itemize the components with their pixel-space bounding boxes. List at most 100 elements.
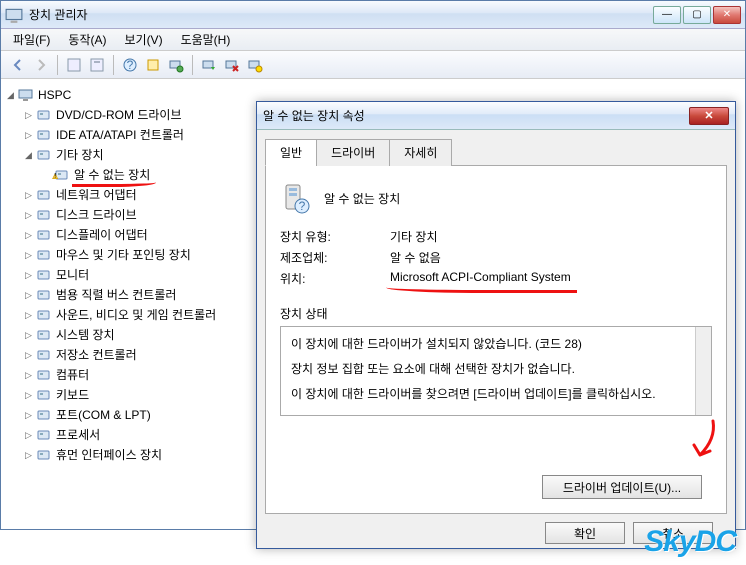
expander-icon[interactable]: ▷: [23, 230, 34, 241]
minimize-button[interactable]: —: [653, 6, 681, 24]
tree-item-label: 키보드: [54, 386, 91, 404]
expander-icon[interactable]: ▷: [23, 190, 34, 201]
category-icon: [36, 107, 52, 123]
update-driver-button[interactable]: 드라이버 업데이트(U)...: [542, 475, 702, 499]
toolbar-icon[interactable]: [142, 54, 164, 76]
toolbar-icon[interactable]: [63, 54, 85, 76]
category-icon: [36, 267, 52, 283]
expander-icon[interactable]: ▷: [23, 270, 34, 281]
tab-driver[interactable]: 드라이버: [316, 139, 390, 166]
watermark: SkyDC: [644, 525, 736, 559]
expander-icon[interactable]: ▷: [23, 430, 34, 441]
uninstall-icon[interactable]: [221, 54, 243, 76]
back-button[interactable]: [7, 54, 29, 76]
menubar: 파일(F) 동작(A) 보기(V) 도움말(H): [1, 29, 745, 51]
menu-help[interactable]: 도움말(H): [173, 29, 239, 50]
status-label: 장치 상태: [280, 305, 712, 322]
category-icon: [36, 347, 52, 363]
menu-file[interactable]: 파일(F): [5, 29, 58, 50]
expander-icon[interactable]: ▷: [23, 250, 34, 261]
category-icon: [36, 187, 52, 203]
expander-icon[interactable]: ▷: [23, 130, 34, 141]
value-manufacturer: 알 수 없음: [390, 249, 441, 266]
tree-item-label: 프로세서: [54, 426, 102, 444]
status-line: 이 장치에 대한 드라이버가 설치되지 않았습니다. (코드 28): [291, 335, 701, 354]
device-icon: !: [54, 167, 70, 183]
annotation-arrow-icon: [688, 419, 718, 465]
tab-general[interactable]: 일반: [265, 139, 317, 166]
menu-action[interactable]: 동작(A): [60, 29, 114, 50]
forward-button[interactable]: [30, 54, 52, 76]
category-icon: [36, 147, 52, 163]
tree-item-label: 휴먼 인터페이스 장치: [54, 446, 164, 464]
category-icon: [36, 127, 52, 143]
close-button[interactable]: ✕: [713, 6, 741, 24]
label-manufacturer: 제조업체:: [280, 249, 390, 266]
svg-text:?: ?: [127, 58, 134, 72]
expander-icon[interactable]: ▷: [23, 310, 34, 321]
status-box[interactable]: 이 장치에 대한 드라이버가 설치되지 않았습니다. (코드 28) 장치 정보…: [280, 326, 712, 416]
status-line: 장치 정보 집합 또는 요소에 대해 선택한 장치가 없습니다.: [291, 360, 701, 379]
tree-item-label: 모니터: [54, 266, 91, 284]
value-device-type: 기타 장치: [390, 228, 438, 245]
expander-icon[interactable]: ▷: [23, 370, 34, 381]
tree-item-label: 저장소 컨트롤러: [54, 346, 139, 364]
expander-icon[interactable]: ▷: [23, 390, 34, 401]
category-icon: [36, 327, 52, 343]
value-location: Microsoft ACPI-Compliant System: [390, 270, 571, 287]
scrollbar[interactable]: [695, 327, 711, 415]
expander-icon[interactable]: ▷: [23, 330, 34, 341]
dialog-title: 알 수 없는 장치 속성: [263, 107, 689, 124]
tree-item-label: 컴퓨터: [54, 366, 91, 384]
tree-item-label: 디스플레이 어댑터: [54, 226, 150, 244]
svg-text:!: !: [54, 173, 56, 180]
expander-icon[interactable]: ▷: [23, 290, 34, 301]
titlebar[interactable]: 장치 관리자 — ▢ ✕: [1, 1, 745, 29]
tree-root-label: HSPC: [36, 86, 73, 104]
dialog-close-button[interactable]: ✕: [689, 107, 729, 125]
category-icon: [36, 227, 52, 243]
expander-icon[interactable]: ▷: [23, 350, 34, 361]
tree-item-label: 사운드, 비디오 및 게임 컨트롤러: [54, 306, 218, 324]
tree-item-label: 범용 직렬 버스 컨트롤러: [54, 286, 178, 304]
expander-icon[interactable]: ▷: [23, 410, 34, 421]
app-icon: [5, 6, 23, 24]
toolbar-icon[interactable]: [198, 54, 220, 76]
tab-details[interactable]: 자세히: [389, 139, 452, 166]
device-icon: ?: [280, 182, 312, 214]
label-location: 위치:: [280, 270, 390, 287]
computer-icon: [18, 87, 34, 103]
category-icon: [36, 427, 52, 443]
help-icon[interactable]: ?: [119, 54, 141, 76]
category-icon: [36, 407, 52, 423]
tree-item-label: IDE ATA/ATAPI 컨트롤러: [54, 126, 186, 144]
tree-item-label: 마우스 및 기타 포인팅 장치: [54, 246, 193, 264]
maximize-button[interactable]: ▢: [683, 6, 711, 24]
toolbar-icon[interactable]: [86, 54, 108, 76]
category-icon: [36, 207, 52, 223]
category-icon: [36, 387, 52, 403]
scan-hardware-icon[interactable]: [165, 54, 187, 76]
category-icon: [36, 367, 52, 383]
properties-dialog: 알 수 없는 장치 속성 ✕ 일반 드라이버 자세히 ? 알 수 없는 장치 장…: [256, 101, 736, 549]
svg-text:?: ?: [299, 199, 306, 213]
expander-icon[interactable]: ▷: [23, 450, 34, 461]
category-icon: [36, 287, 52, 303]
window-title: 장치 관리자: [29, 6, 651, 23]
category-icon: [36, 247, 52, 263]
expander-icon[interactable]: ▷: [23, 110, 34, 121]
expander-icon[interactable]: ◢: [23, 150, 34, 161]
category-icon: [36, 447, 52, 463]
category-icon: [36, 307, 52, 323]
tree-child-label: 알 수 없는 장치: [72, 166, 152, 184]
label-device-type: 장치 유형:: [280, 228, 390, 245]
tab-strip: 일반 드라이버 자세히: [265, 138, 727, 166]
tree-item-label: 포트(COM & LPT): [54, 406, 153, 424]
menu-view[interactable]: 보기(V): [116, 29, 170, 50]
dialog-titlebar[interactable]: 알 수 없는 장치 속성 ✕: [257, 102, 735, 130]
ok-button[interactable]: 확인: [545, 522, 625, 544]
expander-icon[interactable]: ▷: [23, 210, 34, 221]
toolbar: ?: [1, 51, 745, 79]
tab-pane-general: ? 알 수 없는 장치 장치 유형:기타 장치 제조업체:알 수 없음 위치:M…: [265, 166, 727, 514]
toolbar-icon[interactable]: [244, 54, 266, 76]
